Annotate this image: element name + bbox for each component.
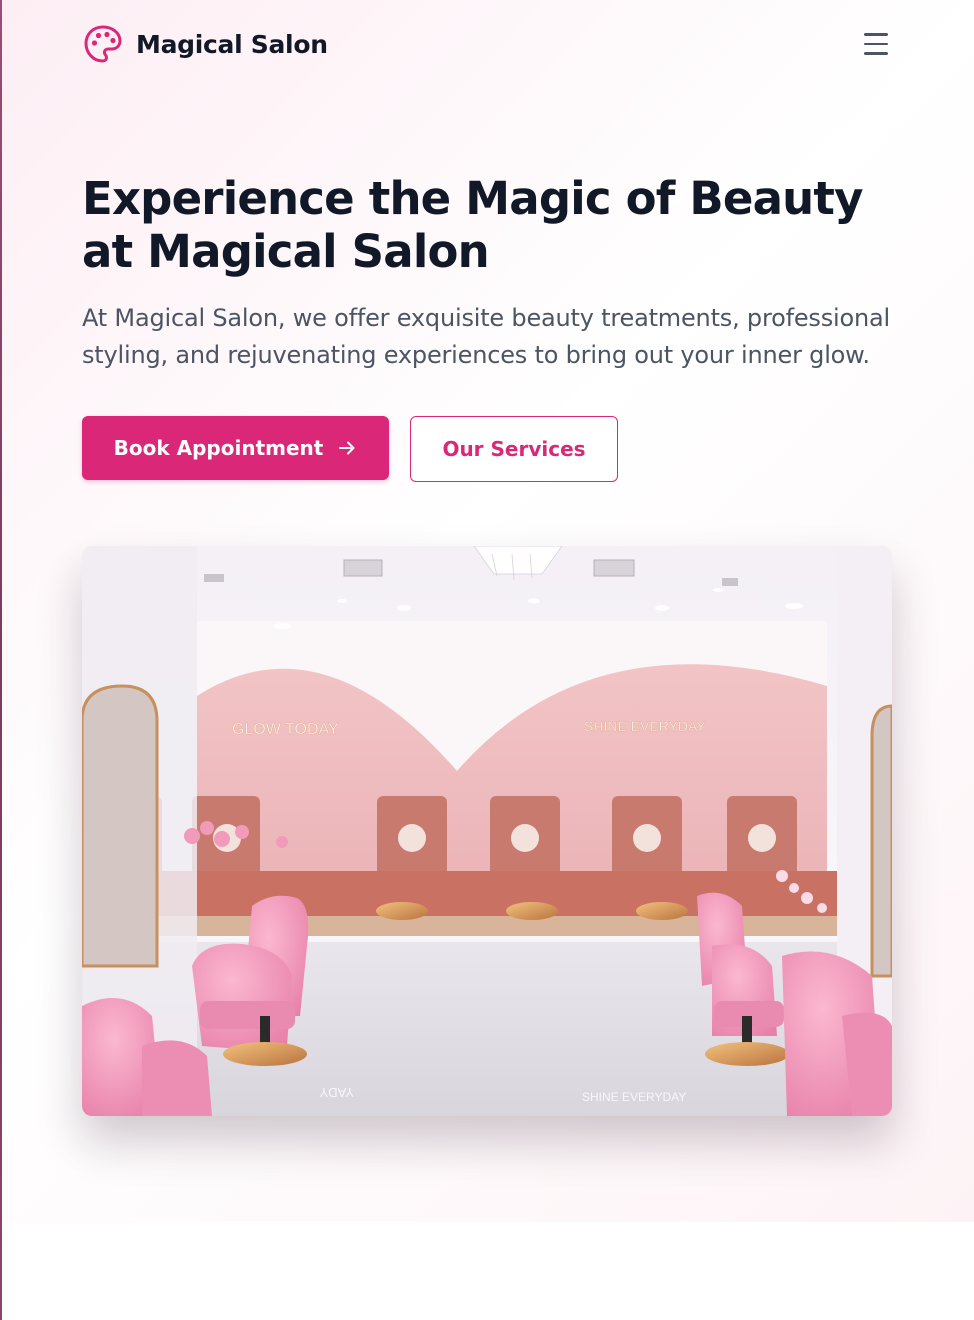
svg-text:SHINE EVERYDAY: SHINE EVERYDAY — [582, 1090, 686, 1104]
book-appointment-label: Book Appointment — [113, 436, 324, 460]
hamburger-menu-icon[interactable] — [862, 29, 892, 59]
brand-link[interactable]: Magical Salon — [82, 23, 328, 65]
menu-line — [864, 42, 888, 46]
salon-interior-photo: GLOW TODAY SHINE EVERYDAY YADY SHINE EVE… — [82, 546, 892, 1116]
brand-name: Magical Salon — [136, 29, 328, 59]
wall-sign-right: SHINE EVERYDAY — [584, 718, 706, 734]
site-header: Magical Salon — [82, 22, 892, 66]
menu-line — [864, 52, 888, 55]
salon-interior-image: GLOW TODAY SHINE EVERYDAY YADY SHINE EVE… — [82, 546, 892, 1116]
hero-description: At Magical Salon, we offer exquisite bea… — [82, 304, 890, 369]
our-services-button[interactable]: Our Services — [410, 416, 618, 482]
arrow-right-icon — [339, 441, 355, 455]
book-appointment-button[interactable]: Book Appointment — [82, 416, 389, 480]
menu-line — [864, 33, 888, 36]
wall-sign-left: GLOW TODAY — [232, 721, 339, 738]
palette-icon — [84, 25, 122, 63]
hero-title: Experience the Magic of Beauty at Magica… — [82, 172, 863, 278]
our-services-label: Our Services — [442, 437, 586, 461]
svg-text:YADY: YADY — [319, 1085, 354, 1100]
